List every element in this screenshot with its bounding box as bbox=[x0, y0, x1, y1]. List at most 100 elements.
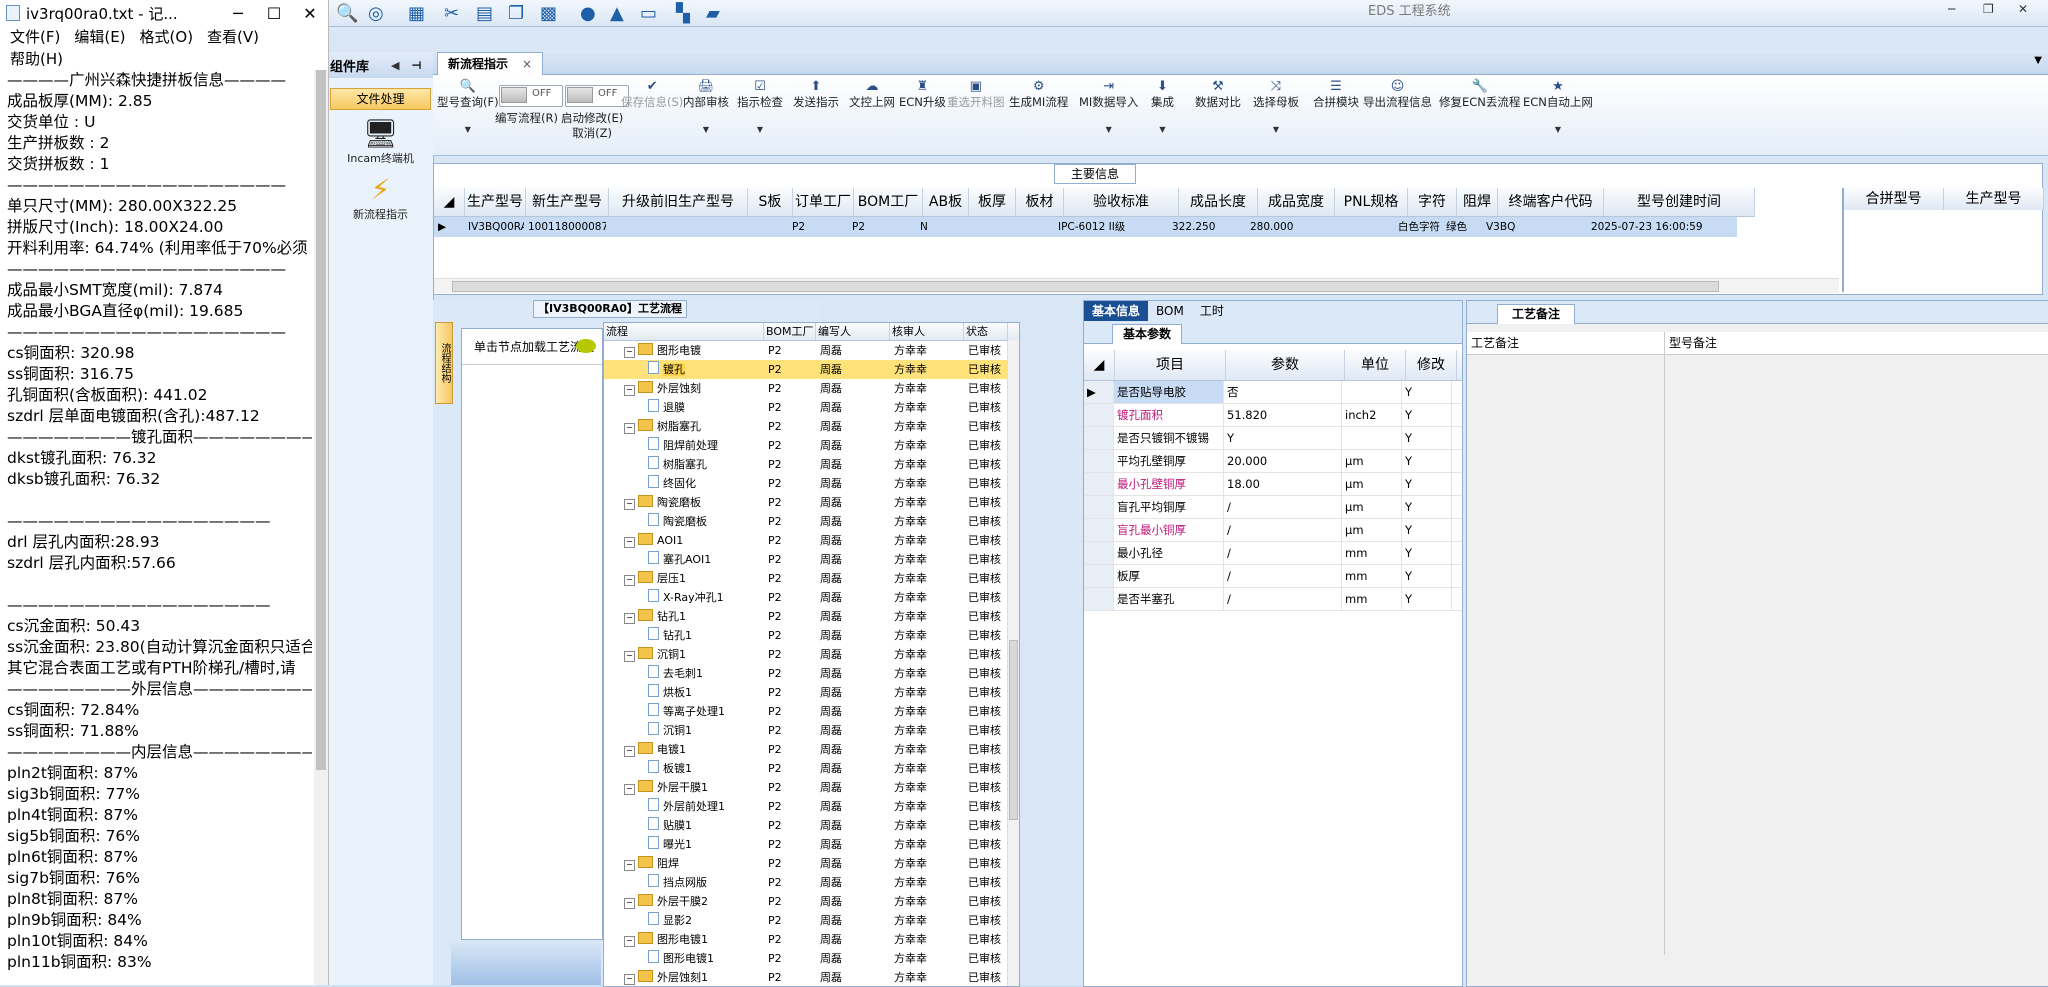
tree-node[interactable]: 烘板1 bbox=[604, 683, 764, 702]
collapse-arrow-icon[interactable]: ◀ bbox=[391, 59, 399, 72]
ribbon-button[interactable]: 🔧 修复ECN丢流程 bbox=[1439, 79, 1520, 110]
basic-info-tab[interactable]: BOM bbox=[1148, 301, 1192, 321]
menu-item[interactable]: 文件(F) bbox=[10, 26, 60, 48]
tree-row[interactable]: 阻焊前处理 P2 周磊 方幸幸 已审核 bbox=[604, 436, 1019, 455]
param-cell[interactable]: Y bbox=[1402, 473, 1452, 495]
monitor-icon[interactable]: ▭ bbox=[640, 3, 657, 24]
column-header[interactable]: 型号创建时间 bbox=[1604, 188, 1755, 216]
column-header[interactable]: 流程 bbox=[604, 323, 764, 340]
tree-node[interactable]: 沉铜1 bbox=[604, 721, 764, 740]
expander-icon[interactable]: − bbox=[624, 746, 635, 757]
expander-icon[interactable]: − bbox=[624, 651, 635, 662]
scrollbar-thumb[interactable] bbox=[316, 70, 326, 770]
expander-icon[interactable]: − bbox=[624, 423, 635, 434]
column-header[interactable]: 新生产型号 bbox=[526, 188, 609, 216]
tree-row[interactable]: 陶瓷磨板 P2 周磊 方幸幸 已审核 bbox=[604, 512, 1019, 531]
column-header[interactable]: 板厚 bbox=[969, 188, 1016, 216]
param-cell[interactable]: 20.000 bbox=[1224, 450, 1342, 472]
ribbon-button[interactable]: ⇥ MI数据导入 ▼ bbox=[1079, 79, 1138, 137]
windows-icon[interactable]: ▚ bbox=[676, 3, 690, 24]
param-cell[interactable]: / bbox=[1224, 519, 1342, 541]
maximize-button[interactable]: ☐ bbox=[256, 4, 292, 23]
param-cell[interactable]: 51.820 bbox=[1224, 404, 1342, 426]
column-header[interactable]: 终端客户代码 bbox=[1498, 188, 1604, 216]
ribbon-button[interactable]: 🔍 型号查询(F) ▼ bbox=[437, 79, 499, 137]
tab-basic-params[interactable]: 基本参数 bbox=[1112, 324, 1183, 344]
tree-node[interactable]: − 图形电镀1 bbox=[604, 930, 764, 949]
tab-process-notes[interactable]: 工艺备注 bbox=[1497, 304, 1576, 324]
ribbon-button[interactable]: ★ ECN自动上网 ▼ bbox=[1523, 79, 1593, 137]
scissors-icon[interactable]: ✂ bbox=[444, 3, 459, 24]
column-header[interactable]: 验收标准 bbox=[1064, 188, 1179, 216]
tree-node[interactable]: − AOI1 bbox=[604, 531, 764, 550]
column-header[interactable]: 状态 bbox=[964, 323, 1008, 340]
param-cell[interactable]: μm bbox=[1342, 496, 1402, 518]
tree-node[interactable]: − 树脂塞孔 bbox=[604, 417, 764, 436]
column-header[interactable]: 阻焊 bbox=[1457, 188, 1498, 216]
ribbon-button[interactable]: ⚒ 数据对比 bbox=[1195, 79, 1241, 110]
param-cell[interactable]: Y bbox=[1402, 519, 1452, 541]
param-cell[interactable]: Y bbox=[1402, 450, 1452, 472]
tree-node[interactable]: 挡点网版 bbox=[604, 873, 764, 892]
grid-cell[interactable]: 10011800008756 bbox=[524, 217, 606, 237]
basic-info-tab[interactable]: 基本信息 bbox=[1084, 301, 1149, 321]
param-cell[interactable]: mm bbox=[1342, 588, 1402, 610]
expander-icon[interactable]: − bbox=[624, 385, 635, 396]
grid-cell[interactable]: 2025-07-23 16:00:59 bbox=[1587, 217, 1737, 237]
tree-node[interactable]: 树脂塞孔 bbox=[604, 455, 764, 474]
ribbon-button[interactable]: 🖨 内部审核 ▼ bbox=[683, 79, 729, 137]
tree-row[interactable]: X-Ray冲孔1 P2 周磊 方幸幸 已审核 bbox=[604, 588, 1019, 607]
param-cell[interactable]: mm bbox=[1342, 565, 1402, 587]
column-header[interactable]: 升级前旧生产型号 bbox=[609, 188, 748, 216]
main-info-row[interactable]: ▶IV3BQ00RA010011800008756P2P2NIPC-6012 I… bbox=[434, 217, 1737, 237]
column-header[interactable]: BOM工厂 bbox=[764, 323, 816, 340]
menu-item[interactable]: 查看(V) bbox=[207, 26, 259, 48]
expander-icon[interactable]: − bbox=[624, 537, 635, 548]
grid-icon[interactable]: ▩ bbox=[540, 3, 557, 24]
expander-icon[interactable]: − bbox=[624, 575, 635, 586]
grid-cell[interactable]: IV3BQ00RA0 bbox=[464, 217, 524, 237]
tree-row[interactable]: 挡点网版 P2 周磊 方幸幸 已审核 bbox=[604, 873, 1019, 892]
incam-terminal-item[interactable]: 🖥 Incam终端机 bbox=[328, 118, 433, 166]
ribbon-button[interactable]: ☺ 导出流程信息 bbox=[1363, 79, 1432, 110]
tree-row[interactable]: − 外层干膜2 P2 周磊 方幸幸 已审核 bbox=[604, 892, 1019, 911]
book-icon[interactable]: ▰ bbox=[706, 3, 720, 24]
dropdown-arrow-icon[interactable]: ▼ bbox=[1079, 122, 1138, 137]
grid-cell[interactable]: 白色字符 bbox=[1394, 217, 1442, 237]
tree-node[interactable]: 图形电镀1 bbox=[604, 949, 764, 968]
tree-node[interactable]: − 外层蚀刻 bbox=[604, 379, 764, 398]
param-cell[interactable]: 否 bbox=[1224, 381, 1342, 403]
ribbon-button[interactable]: ☑ 指示检查 ▼ bbox=[737, 79, 783, 137]
param-cell[interactable] bbox=[1342, 381, 1402, 403]
column-header[interactable]: 成品长度 bbox=[1179, 188, 1258, 216]
tree-node[interactable]: − 层压1 bbox=[604, 569, 764, 588]
param-cell[interactable]: / bbox=[1224, 565, 1342, 587]
minimize-button[interactable]: ─ bbox=[220, 4, 256, 23]
process-flow-vscrollbar[interactable] bbox=[1007, 340, 1019, 986]
scrollbar-thumb[interactable] bbox=[1009, 640, 1018, 820]
tree-node[interactable]: 板镀1 bbox=[604, 759, 764, 778]
grid-cell[interactable]: V3BQ bbox=[1482, 217, 1587, 237]
column-header[interactable]: 订单工厂 bbox=[793, 188, 854, 216]
copy-icon[interactable]: ❐ bbox=[508, 3, 524, 24]
param-row[interactable]: 最小孔壁铜厚 18.00 μm Y bbox=[1084, 473, 1462, 496]
param-cell[interactable]: Y bbox=[1402, 542, 1452, 564]
flow-structure-vtab[interactable]: 流程结构 bbox=[435, 322, 453, 404]
tree-node[interactable]: − 外层干膜2 bbox=[604, 892, 764, 911]
param-cell[interactable]: μm bbox=[1342, 450, 1402, 472]
grid-cell[interactable]: P2 bbox=[848, 217, 916, 237]
expander-icon[interactable]: − bbox=[624, 613, 635, 624]
tab-new-flow[interactable]: 新流程指示 × bbox=[437, 52, 544, 75]
notes-textarea[interactable] bbox=[1467, 355, 1665, 955]
column-header[interactable]: 成品宽度 bbox=[1258, 188, 1335, 216]
tree-row[interactable]: 贴膜1 P2 周磊 方幸幸 已审核 bbox=[604, 816, 1019, 835]
ribbon-button[interactable]: ☁ 文控上网 bbox=[849, 79, 895, 110]
dropdown-arrow-icon[interactable]: ▼ bbox=[1151, 122, 1174, 137]
param-row[interactable]: 是否半塞孔 / mm Y bbox=[1084, 588, 1462, 611]
grid-cell[interactable] bbox=[744, 217, 788, 237]
film-icon[interactable]: ▤ bbox=[476, 3, 493, 24]
param-row[interactable]: 镀孔面积 51.820 inch2 Y bbox=[1084, 404, 1462, 427]
column-header[interactable]: 板材 bbox=[1016, 188, 1064, 216]
tree-row[interactable]: 图形电镀1 P2 周磊 方幸幸 已审核 bbox=[604, 949, 1019, 968]
file-processing-tab[interactable]: 文件处理 bbox=[330, 88, 431, 110]
